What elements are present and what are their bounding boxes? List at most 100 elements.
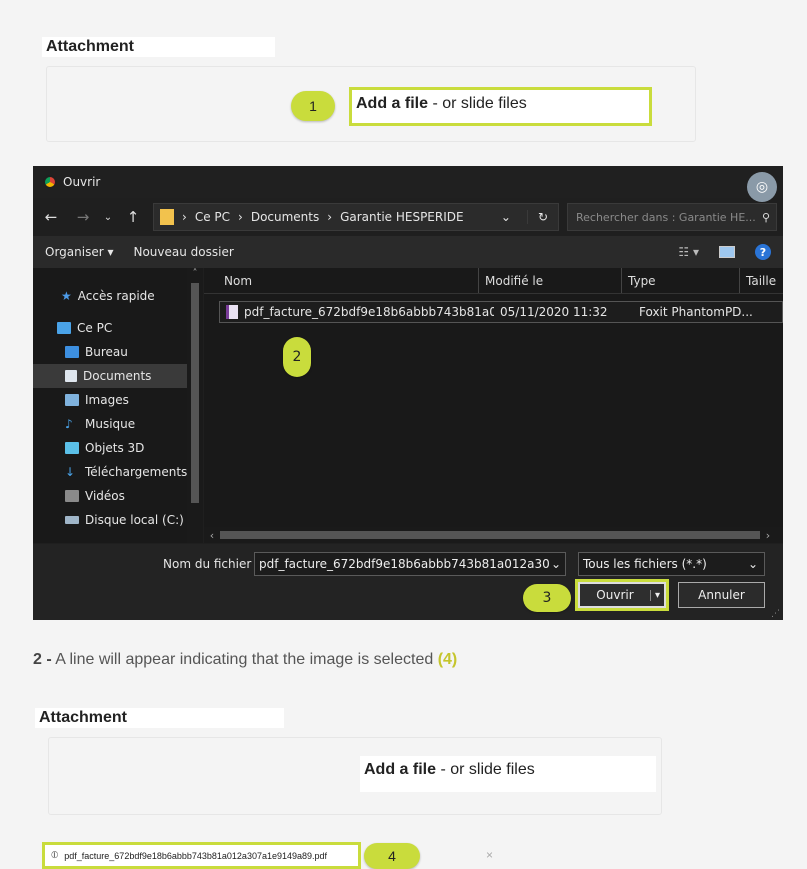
sidebar-item-music[interactable]: ♪ Musique	[33, 412, 203, 436]
column-header-type[interactable]: Type	[622, 268, 740, 293]
sidebar-item-documents[interactable]: Documents	[33, 364, 203, 388]
star-icon: ★	[61, 289, 72, 303]
sidebar-item-images[interactable]: Images	[33, 388, 203, 412]
file-modified: 05/11/2020 11:32	[500, 305, 608, 319]
search-icon: ⚲	[761, 210, 770, 224]
breadcrumb-item-documents[interactable]: Documents	[251, 210, 319, 224]
step-2-instruction: 2 - A line will appear indicating that t…	[33, 651, 457, 669]
dialog-titlebar: Ouvrir ◎	[33, 166, 783, 202]
add-file-label: Add a file	[364, 761, 437, 778]
desktop-icon	[65, 346, 79, 358]
refresh-icon[interactable]: ↻	[526, 210, 558, 224]
address-bar[interactable]: › Ce PC › Documents › Garantie HESPERIDE…	[153, 203, 559, 231]
column-header-size[interactable]: Taille	[740, 268, 783, 293]
remove-file-icon[interactable]: ×	[486, 848, 493, 862]
file-row-selected[interactable]: pdf_facture_672bdf9e18b6abbb743b81a0... …	[219, 301, 783, 323]
download-icon: ↓	[65, 465, 76, 479]
filename-input[interactable]: pdf_facture_672bdf9e18b6abbb743b81a012a3…	[254, 552, 566, 576]
hscroll-thumb[interactable]	[220, 531, 760, 539]
preview-pane-icon[interactable]	[719, 246, 735, 258]
file-type-select[interactable]: Tous les fichiers (*.*) ⌄	[578, 552, 765, 576]
open-button-label: Ouvrir	[596, 588, 634, 602]
sidebar-item-label: Bureau	[85, 345, 128, 359]
images-icon	[65, 394, 79, 406]
paperclip-icon: ⦶	[51, 850, 59, 861]
music-icon: ♪	[65, 417, 73, 431]
videos-icon	[65, 490, 79, 502]
callout-badge-4: 4	[364, 843, 420, 869]
sidebar-item-local-disk[interactable]: Disque local (C:)	[33, 508, 203, 532]
cancel-button[interactable]: Annuler	[678, 582, 765, 608]
step-text: A line will appear indicating that the i…	[51, 651, 438, 668]
breadcrumb-item-garantie[interactable]: Garantie HESPERIDE	[340, 210, 464, 224]
callout-badge-1: 1	[291, 91, 335, 121]
sidebar-item-desktop[interactable]: Bureau	[33, 340, 203, 364]
sidebar-item-label: Musique	[85, 417, 136, 431]
column-header-name[interactable]: Nom	[204, 268, 479, 293]
resize-grip-icon[interactable]: ⋰	[771, 609, 780, 619]
chrome-icon	[43, 175, 57, 189]
organize-menu[interactable]: Organiser ▾	[45, 245, 113, 259]
file-list-hscrollbar[interactable]: ‹ ›	[204, 527, 783, 543]
navigation-bar: ← → ⌄ ↑ › Ce PC › Documents › Garantie H…	[33, 198, 783, 236]
forward-arrow-icon[interactable]: →	[71, 208, 95, 226]
open-file-dialog: Ouvrir ◎ ← → ⌄ ↑ › Ce PC › Documents › G…	[33, 166, 783, 620]
add-file-link[interactable]: Add a file - or slide files	[349, 87, 652, 126]
add-file-link[interactable]: Add a file - or slide files	[360, 756, 656, 792]
sidebar-item-3d-objects[interactable]: Objets 3D	[33, 436, 203, 460]
dialog-title: Ouvrir	[63, 175, 101, 189]
breadcrumb-sep-icon: ›	[327, 210, 333, 224]
scroll-right-icon[interactable]: ›	[760, 529, 776, 542]
sidebar-item-label: Accès rapide	[77, 289, 155, 303]
open-dropdown-icon[interactable]: ▾	[649, 589, 664, 601]
file-list: Nom Modifié le Type Taille pdf_facture_6…	[204, 268, 783, 543]
scroll-thumb[interactable]	[191, 283, 199, 503]
attached-file-chip[interactable]: ⦶ pdf_facture_672bdf9e18b6abbb743b81a012…	[42, 842, 361, 869]
filename-dropdown-icon[interactable]: ⌄	[551, 557, 565, 571]
scroll-up-icon[interactable]: ˄	[187, 268, 203, 279]
dialog-toolbar: Organiser ▾ Nouveau dossier ☷ ▾ ?	[33, 236, 783, 268]
sidebar-item-label: Téléchargements	[85, 465, 188, 479]
up-arrow-icon[interactable]: ↑	[121, 208, 145, 226]
screenshot-tool-icon[interactable]: ◎	[747, 172, 777, 202]
scroll-left-icon[interactable]: ‹	[204, 529, 220, 542]
sidebar-item-label: Documents	[83, 369, 152, 383]
step-reference: (4)	[437, 651, 458, 668]
back-arrow-icon[interactable]: ←	[39, 208, 63, 226]
objects3d-icon	[65, 442, 79, 454]
file-type: Foxit PhantomPD...	[639, 305, 753, 319]
callout-badge-2: 2	[283, 337, 311, 377]
pdf-file-icon	[226, 305, 238, 319]
dialog-footer: Nom du fichier : pdf_facture_672bdf9e18b…	[33, 544, 783, 620]
breadcrumb-sep-icon: ›	[182, 210, 187, 224]
search-placeholder: Rechercher dans : Garantie HE...	[576, 210, 756, 224]
view-options-icon[interactable]: ☷ ▾	[678, 245, 699, 259]
new-folder-button[interactable]: Nouveau dossier	[133, 245, 233, 259]
sidebar-item-label: Objets 3D	[85, 441, 145, 455]
breadcrumb-item-ce-pc[interactable]: Ce PC	[195, 210, 230, 224]
sidebar-scrollbar[interactable]: ˄	[187, 268, 203, 543]
attached-file-name: pdf_facture_672bdf9e18b6abbb743b81a012a3…	[64, 850, 328, 861]
callout-badge-3: 3	[523, 584, 571, 612]
sidebar-item-videos[interactable]: Vidéos	[33, 484, 203, 508]
filename-label: Nom du fichier :	[163, 557, 260, 571]
column-header-modified[interactable]: Modifié le	[479, 268, 622, 293]
column-header-row: Nom Modifié le Type Taille	[204, 268, 783, 294]
sidebar-item-downloads[interactable]: ↓ Téléchargements	[33, 460, 203, 484]
file-type-value: Tous les fichiers (*.*)	[583, 557, 707, 571]
sidebar-item-this-pc[interactable]: Ce PC	[33, 316, 203, 340]
chevron-down-icon: ⌄	[747, 557, 758, 571]
disk-icon	[65, 516, 79, 524]
pc-icon	[57, 322, 71, 334]
sidebar-item-label: Ce PC	[77, 321, 113, 335]
open-button[interactable]: Ouvrir ▾	[575, 579, 669, 611]
history-chevron-icon[interactable]: ⌄	[103, 212, 113, 223]
sidebar-item-label: Images	[85, 393, 129, 407]
attachment-title: Attachment	[35, 708, 284, 728]
documents-icon	[65, 370, 77, 382]
help-icon[interactable]: ?	[755, 244, 771, 260]
sidebar-item-quick-access[interactable]: ★ Accès rapide	[33, 284, 203, 308]
search-input[interactable]: Rechercher dans : Garantie HE... ⚲	[567, 203, 777, 231]
address-dropdown-icon[interactable]: ⌄	[493, 210, 519, 224]
folder-icon	[160, 209, 174, 225]
